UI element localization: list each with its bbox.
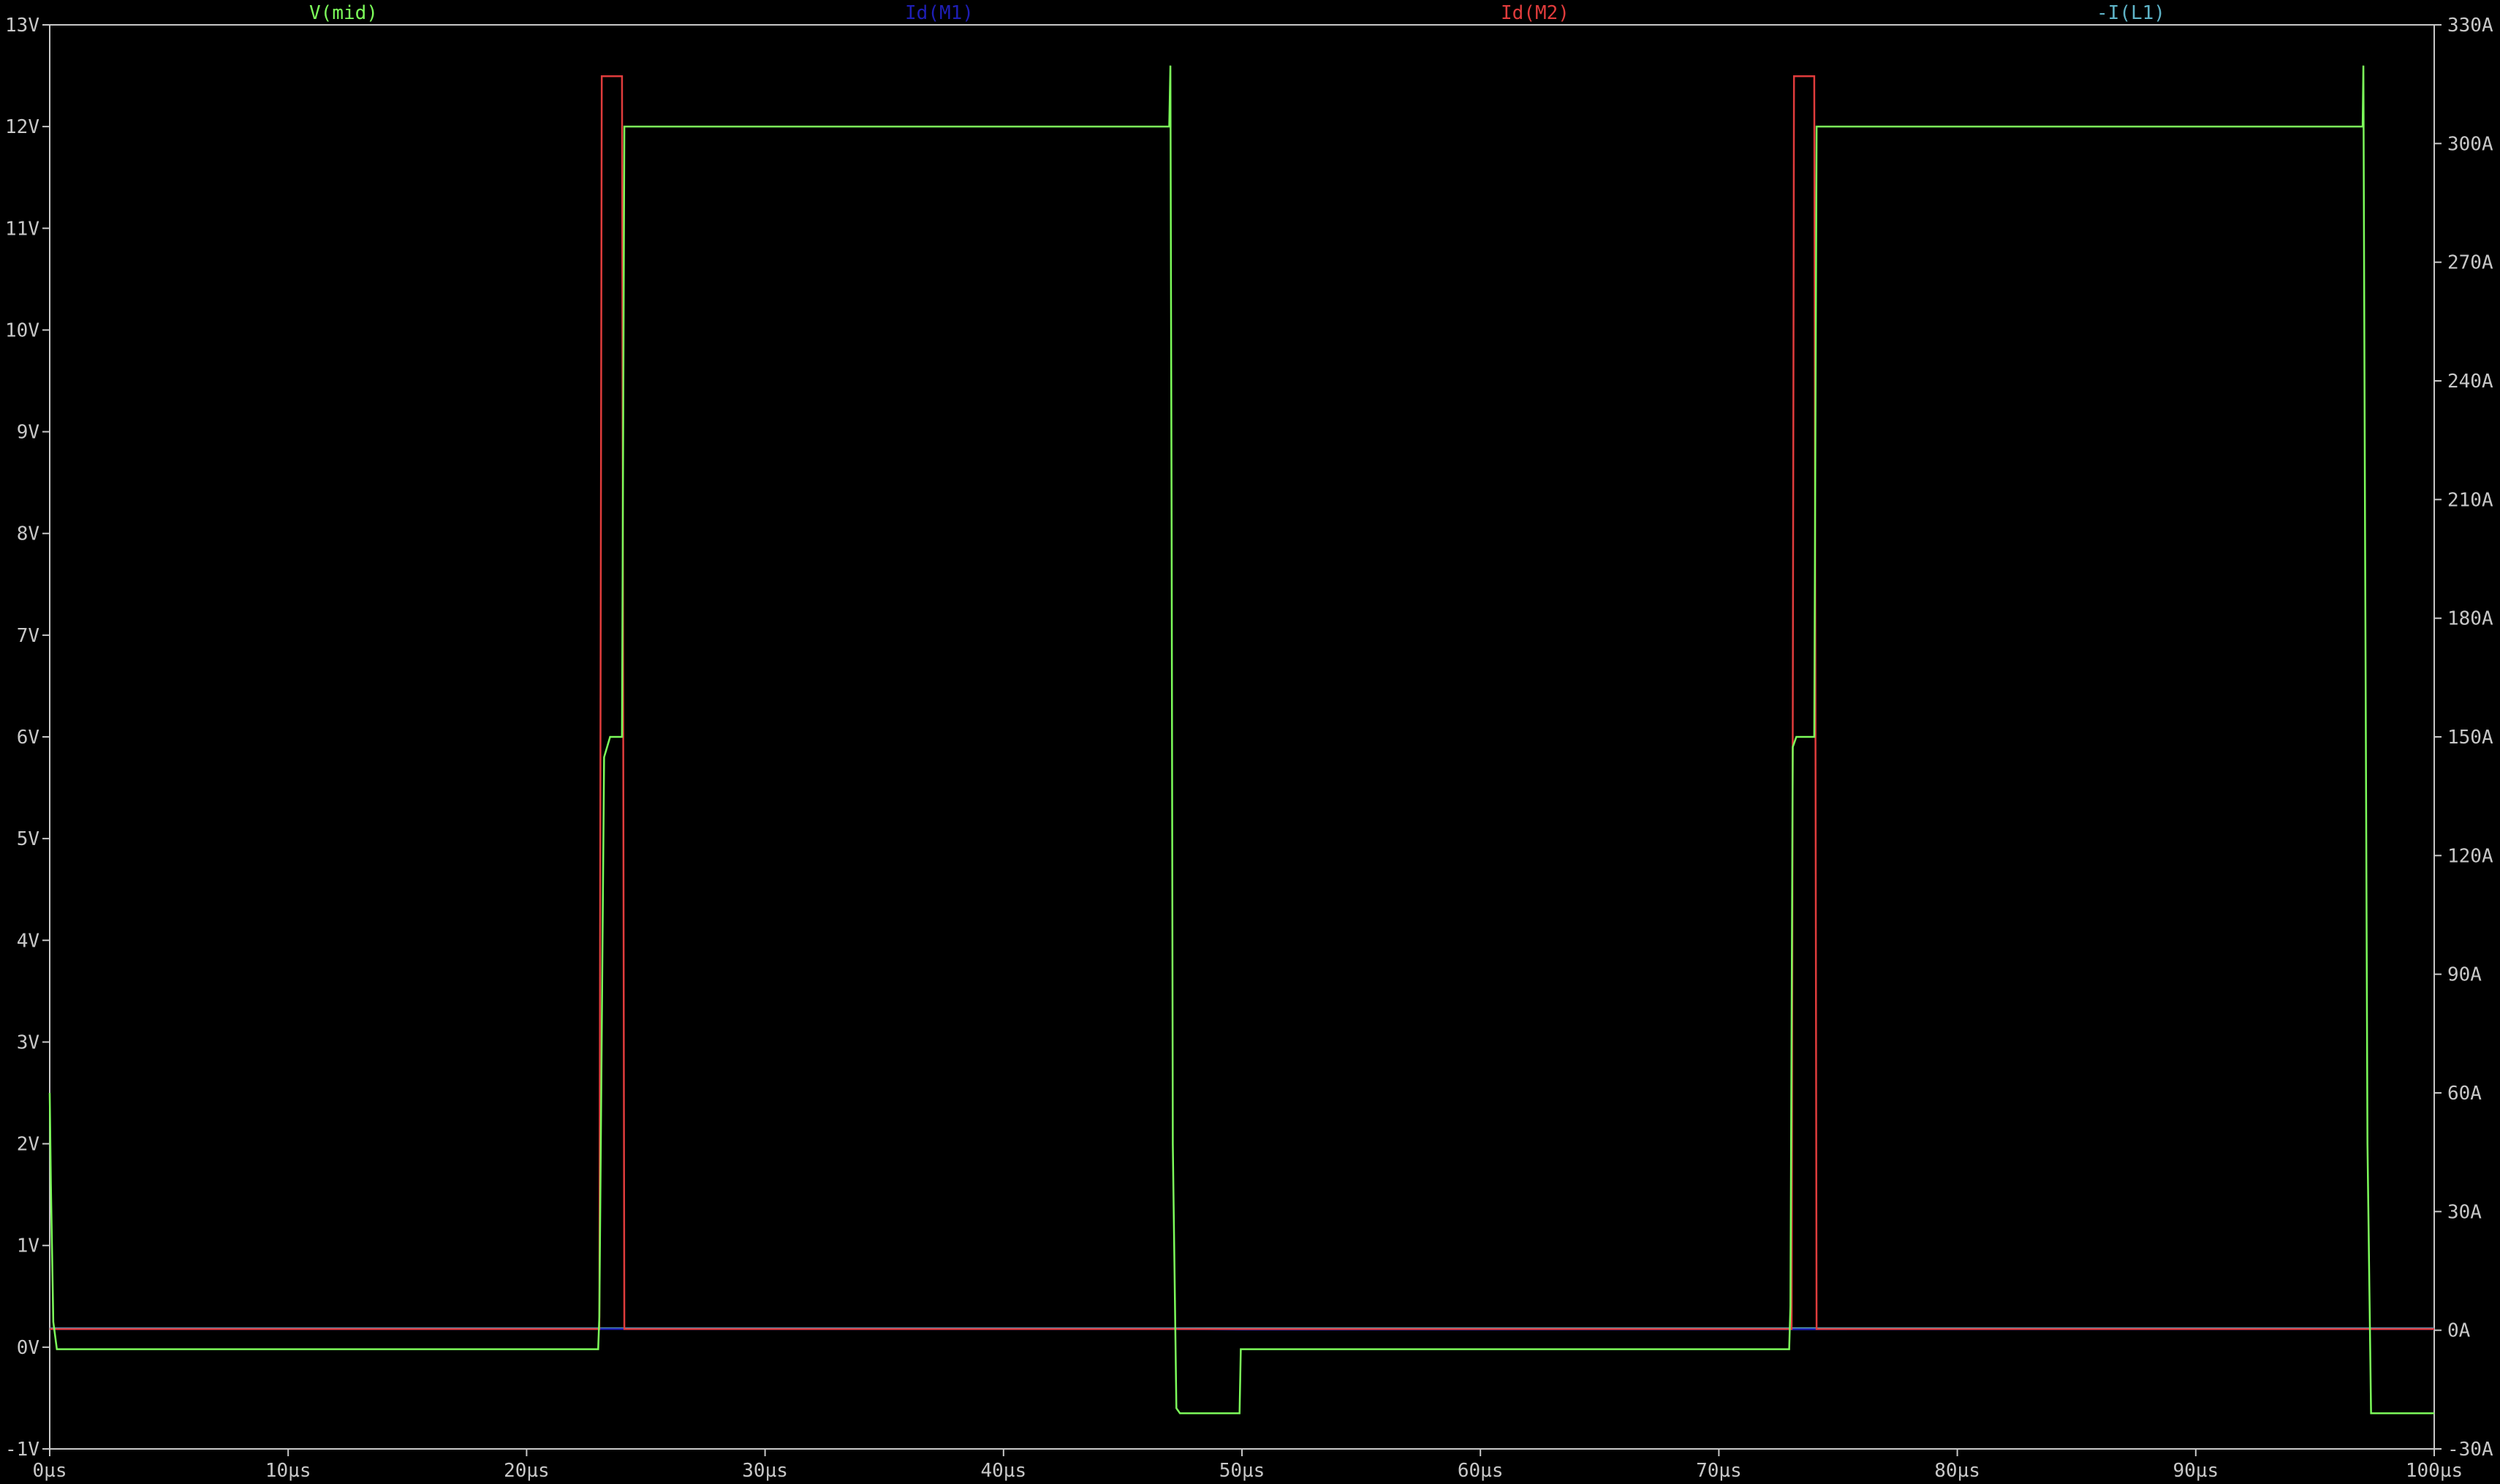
x-tick-label: 40µs	[980, 1460, 1026, 1482]
left-tick-label: 0V	[17, 1337, 39, 1359]
left-tick-label: -1V	[5, 1439, 39, 1461]
right-tick-label: 240A	[2447, 371, 2493, 393]
left-tick-label: 11V	[5, 218, 39, 240]
right-tick-label: 30A	[2447, 1201, 2482, 1223]
waveform-plot: 0µs 10µs 20µs 30µs 40µs 50µs 60µs 70µs 80µs 90µs 1…	[0, 0, 2500, 1484]
left-tick-label: 6V	[17, 727, 39, 749]
left-tick-label: 1V	[17, 1235, 39, 1257]
left-tick-label: 8V	[17, 523, 39, 545]
legend-entry-i-l1: -I(L1)	[2096, 2, 2165, 24]
right-tick-label: 90A	[2447, 964, 2482, 986]
right-tick-label: -30A	[2447, 1439, 2493, 1461]
right-tick-label: 300A	[2447, 133, 2493, 155]
x-tick-label: 100µs	[2406, 1460, 2463, 1482]
right-axis-ticks: -30A 0A 30A 60A 90A 120A 150A 180A 210A 240A 270A 3…	[2434, 15, 2493, 1461]
left-axis-ticks: -1V 0V 1V 2V 3V 4V 5V 6V 7V 8V 9V 10V 11V 12V 13V	[5, 15, 50, 1461]
x-tick-label: 80µs	[1934, 1460, 1980, 1482]
left-tick-label: 12V	[5, 116, 39, 138]
left-tick-label: 13V	[5, 15, 39, 37]
right-tick-label: 60A	[2447, 1083, 2482, 1105]
left-tick-label: 2V	[17, 1134, 39, 1156]
legend-entry-id-m2: Id(M2)	[1501, 2, 1569, 24]
x-tick-label: 0µs	[33, 1460, 67, 1482]
right-tick-label: 120A	[2447, 845, 2493, 867]
x-axis-ticks: 0µs 10µs 20µs 30µs 40µs 50µs 60µs 70µs 80µs 90µs 1…	[33, 1449, 2463, 1482]
left-tick-label: 9V	[17, 422, 39, 444]
left-tick-label: 4V	[17, 930, 39, 952]
plot-frame	[49, 24, 2435, 1450]
x-tick-label: 20µs	[504, 1460, 550, 1482]
right-tick-label: 210A	[2447, 489, 2493, 511]
x-tick-label: 60µs	[1458, 1460, 1504, 1482]
left-tick-label: 7V	[17, 625, 39, 647]
legend-entry-v-mid: V(mid)	[309, 2, 378, 24]
plot-svg: 0µs 10µs 20µs 30µs 40µs 50µs 60µs 70µs 80µs 90µs 1…	[5, 2, 2493, 1482]
right-tick-label: 270A	[2447, 252, 2493, 274]
right-tick-label: 330A	[2447, 15, 2493, 37]
x-tick-label: 90µs	[2173, 1460, 2219, 1482]
right-tick-label: 180A	[2447, 608, 2493, 630]
left-tick-label: 3V	[17, 1031, 39, 1053]
x-tick-label: 50µs	[1219, 1460, 1265, 1482]
right-tick-label: 0A	[2447, 1320, 2471, 1342]
right-tick-label: 150A	[2447, 727, 2493, 749]
legend: V(mid) Id(M1) Id(M2) -I(L1)	[309, 2, 2165, 24]
left-tick-label: 10V	[5, 319, 39, 341]
x-tick-label: 30µs	[742, 1460, 788, 1482]
x-tick-label: 70µs	[1696, 1460, 1742, 1482]
left-tick-label: 5V	[17, 828, 39, 850]
x-tick-label: 10µs	[265, 1460, 311, 1482]
legend-entry-id-m1: Id(M1)	[905, 2, 974, 24]
